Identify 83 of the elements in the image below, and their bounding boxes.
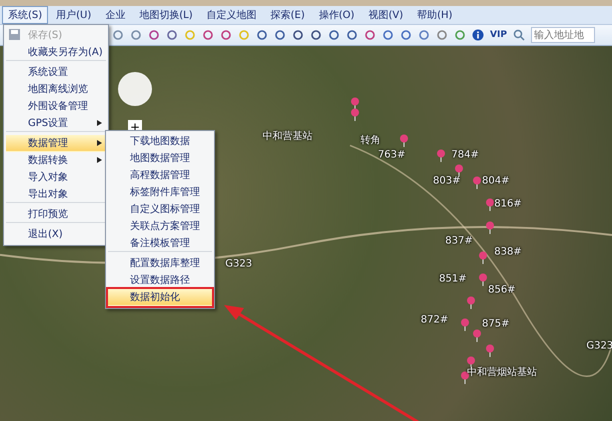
menu-item[interactable]: 退出(X) (6, 226, 106, 243)
search-icon[interactable] (512, 29, 525, 41)
menu-bar-item[interactable]: 视图(V) (362, 6, 410, 24)
menu-bar-item[interactable]: 帮助(H) (411, 6, 458, 24)
menu-item[interactable]: 自定义图标管理 (108, 201, 212, 218)
toolbar-icon[interactable] (400, 29, 412, 41)
menu-item[interactable]: 设置数据路径 (108, 272, 212, 289)
map-label: 784# (451, 149, 479, 160)
toolbar-icon[interactable] (418, 29, 430, 41)
caret-icon (97, 120, 102, 126)
map-label: 875# (482, 318, 510, 329)
menu-item[interactable]: 系统设置 (6, 64, 106, 81)
menu-bar-item[interactable]: 地图切换(L) (133, 6, 199, 24)
toolbar-icon[interactable] (256, 29, 268, 41)
map-label: 中和营烟站基站 (466, 366, 537, 380)
map-label: 816# (494, 198, 522, 209)
menu-bar-item[interactable]: 操作(O) (312, 6, 360, 24)
map-label: G323 (225, 258, 252, 269)
menu-item[interactable]: 下载地图数据 (108, 133, 212, 150)
map-label: 872# (420, 314, 448, 326)
map-pin-icon[interactable] (472, 176, 482, 188)
map-pin-icon[interactable] (399, 134, 408, 148)
menu-item[interactable]: GPS设置 (6, 115, 106, 132)
map-pin-icon[interactable] (478, 273, 488, 286)
menu-item[interactable]: 数据管理 (6, 135, 106, 152)
menu-bar-item[interactable]: 自定义地图 (200, 6, 263, 24)
toolbar-icon[interactable] (382, 29, 394, 41)
menu-item[interactable]: 备注模板管理 (108, 235, 212, 252)
pan-control[interactable] (118, 72, 152, 106)
map-label: 803# (433, 176, 460, 186)
toolbar-icon[interactable] (166, 29, 178, 41)
menu-item[interactable]: 数据初始化 (108, 289, 212, 306)
info-icon[interactable] (472, 29, 484, 41)
map-label: 838# (494, 246, 522, 258)
toolbar-icon[interactable] (436, 29, 448, 41)
menu-bar-item[interactable]: 企业 (99, 6, 132, 24)
menu-item[interactable]: 外围设备管理 (6, 98, 106, 115)
toolbar-icon[interactable] (292, 29, 304, 41)
map-pin-icon[interactable] (350, 96, 360, 110)
toolbar-icon[interactable] (130, 29, 142, 41)
map-label: 856# (488, 284, 516, 296)
menu-item[interactable]: 标签附件库管理 (108, 184, 212, 201)
toolbar-icon[interactable] (346, 29, 358, 41)
map-pin-icon[interactable] (485, 198, 494, 211)
address-search-field[interactable]: 输入地址地 (530, 27, 595, 43)
toolbar-icon[interactable] (454, 29, 466, 41)
toolbar-icon[interactable] (112, 29, 124, 41)
menu-bar-item[interactable]: 探索(E) (264, 6, 311, 24)
map-pin-icon[interactable] (472, 329, 482, 342)
toolbar-icon[interactable] (310, 29, 322, 41)
map-label: 837# (445, 236, 473, 246)
menu-item[interactable]: 导入对象 (6, 169, 106, 186)
map-pin-icon[interactable] (466, 296, 476, 308)
map-pin-icon[interactable] (460, 318, 470, 331)
map-label: G323 (586, 340, 612, 352)
map-pin-icon[interactable] (478, 250, 488, 264)
map-pin-icon[interactable] (485, 344, 494, 358)
menu-item[interactable]: 收藏夹另存为(A) (6, 44, 106, 61)
toolbar-icon[interactable] (364, 29, 376, 41)
map-label: 804# (482, 176, 510, 186)
toolbar-icon[interactable] (328, 29, 340, 41)
menu-item[interactable]: 关联点方案管理 (108, 218, 212, 235)
menu-bar-item[interactable]: 用户(U) (50, 6, 98, 24)
caret-icon (97, 140, 102, 146)
vip-label[interactable]: VIP (490, 30, 507, 40)
menu-bar-item[interactable]: 系统(S) (2, 6, 48, 24)
menu-item[interactable]: 高程数据管理 (108, 167, 212, 184)
map-label: 中和营基站 (262, 130, 313, 143)
map-pin-icon[interactable] (350, 108, 360, 121)
menu-item[interactable]: 地图离线浏览 (6, 81, 106, 98)
toolbar-icon[interactable] (202, 29, 214, 41)
menu-item[interactable]: 数据转换 (6, 152, 106, 169)
toolbar-icon[interactable] (274, 29, 286, 41)
map-label: 851# (439, 273, 467, 284)
map-pin-icon[interactable] (436, 149, 446, 162)
toolbar-icon[interactable] (220, 29, 232, 41)
map-label: 763# (378, 149, 406, 160)
map-pin-icon[interactable] (485, 220, 494, 234)
menu-item[interactable]: 地图数据管理 (108, 150, 212, 167)
toolbar-icon[interactable] (148, 29, 160, 41)
caret-icon (97, 157, 102, 163)
map-label: 转角 (360, 134, 380, 147)
menu-item[interactable]: 配置数据库整理 (108, 255, 212, 272)
